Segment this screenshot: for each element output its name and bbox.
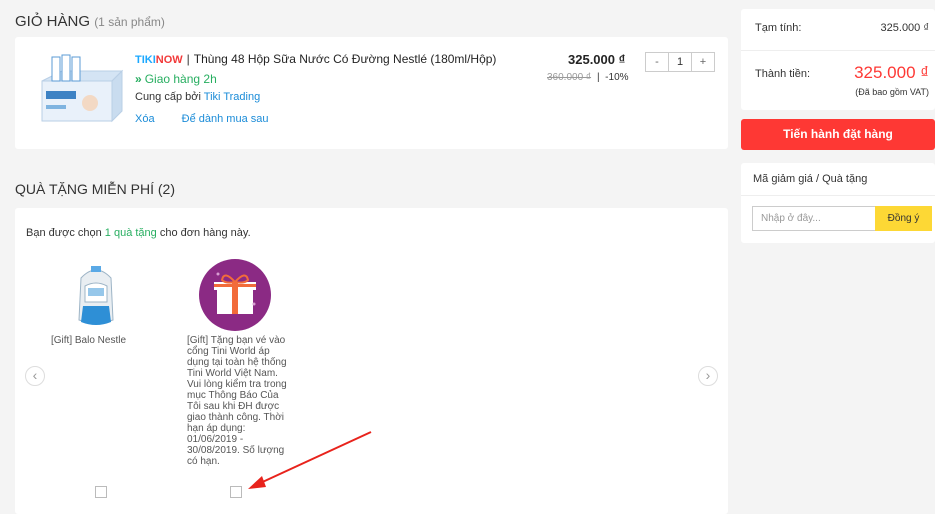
total-value: 325.000 ₫ (854, 63, 929, 82)
gift-name: [Gift] Balo Nestle (51, 335, 127, 346)
coupon-title: Mã giảm giá / Quà tặng (753, 173, 868, 185)
coupon-divider (741, 195, 935, 196)
cart-title: GIỎ HÀNG (15, 13, 91, 30)
item-actions: Xóa Để dành mua sau (135, 113, 292, 125)
cart-heading: GIỎ HÀNG (1 sản phẩm) (15, 13, 165, 30)
delivery-info: » Giao hàng 2h (135, 72, 217, 86)
backpack-icon (59, 258, 133, 332)
product-price: 325.000 ₫ (568, 52, 626, 67)
product-name[interactable]: Thùng 48 Hộp Sữa Nước Có Đường Nestlé (1… (194, 52, 497, 66)
seller-info: Cung cấp bởi Tiki Trading (135, 91, 261, 103)
gift-item-backpack[interactable]: [Gift] Balo Nestle (51, 258, 151, 346)
gift-next-button[interactable]: › (698, 366, 718, 386)
subtotal-label: Tạm tính: (755, 22, 802, 34)
double-chevron-icon: » (135, 72, 142, 86)
vat-note: (Đã bao gồm VAT) (855, 87, 929, 97)
coupon-apply-button[interactable]: Đồng ý (875, 206, 932, 231)
gift-intro: Bạn được chọn 1 quà tặng cho đơn hàng nà… (26, 227, 251, 239)
save-for-later-link[interactable]: Để dành mua sau (182, 113, 269, 125)
quantity-stepper: - 1 + (645, 52, 715, 72)
summary-divider (741, 50, 935, 51)
cart-count: (1 sản phẩm) (94, 15, 165, 29)
gifts-heading: QUÀ TẶNG MIỄN PHÍ (2) (15, 181, 175, 197)
gift-item-ticket[interactable]: [Gift] Tặng bạn vé vào cổng Tini World á… (187, 258, 287, 467)
gift-checkbox-backpack[interactable] (95, 486, 107, 498)
order-summary: Tạm tính: 325.000 ₫ Thành tiền: 325.000 … (741, 9, 935, 110)
product-old-price: 360.000 ₫ (547, 72, 592, 83)
checkout-button[interactable]: Tiến hành đặt hàng (741, 119, 935, 150)
subtotal-value: 325.000 ₫ (880, 22, 929, 34)
coupon-input[interactable]: Nhập ở đây... (752, 206, 876, 231)
total-label: Thành tiền: (755, 68, 811, 80)
product-image[interactable] (32, 51, 126, 131)
cart-item-card: TIKINOW | Thùng 48 Hộp Sữa Nước Có Đường N… (15, 37, 728, 149)
product-title[interactable]: TIKINOW | Thùng 48 Hộp Sữa Nước Có Đường N… (135, 52, 496, 66)
gift-prev-button[interactable]: ‹ (25, 366, 45, 386)
delete-link[interactable]: Xóa (135, 113, 155, 125)
tikinow-badge: TIKINOW (135, 54, 183, 66)
coupon-card: Mã giảm giá / Quà tặng Nhập ở đây... Đồn… (741, 163, 935, 243)
gifts-card: Bạn được chọn 1 quà tặng cho đơn hàng nà… (15, 208, 728, 514)
gift-name: [Gift] Tặng bạn vé vào cổng Tini World á… (187, 335, 287, 467)
product-discount: | -10% (597, 72, 629, 83)
seller-link[interactable]: Tiki Trading (204, 91, 260, 103)
gift-checkbox-ticket[interactable] (230, 486, 242, 498)
gift-box-icon (198, 258, 272, 332)
qty-decrease-button[interactable]: - (646, 53, 668, 71)
qty-increase-button[interactable]: + (692, 53, 714, 71)
qty-input[interactable]: 1 (668, 53, 692, 71)
